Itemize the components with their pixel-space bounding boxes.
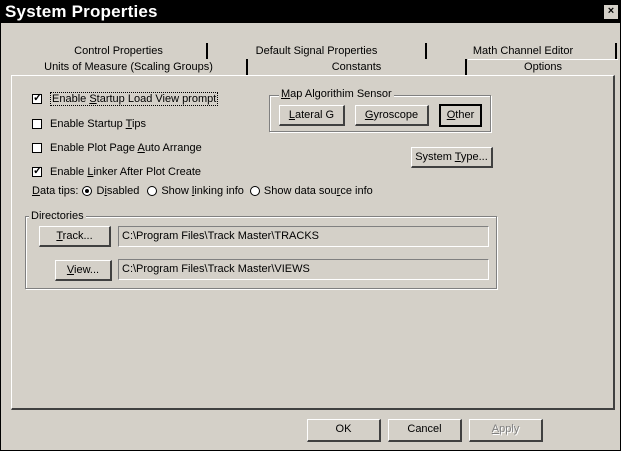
tab-default-signal-properties[interactable]: Default Signal Properties (209, 44, 424, 59)
auto-arrange-option[interactable]: Enable Plot Page Auto Arrange (32, 140, 202, 156)
other-button[interactable]: Other (439, 104, 482, 127)
startup-tips-label: Enable Startup Tips (50, 118, 147, 130)
title-bar[interactable]: System Properties × (1, 1, 620, 23)
close-button[interactable]: × (604, 5, 618, 19)
startup-tips-option[interactable]: Enable Startup Tips (32, 116, 146, 132)
check-mark-icon: ✓ (33, 92, 43, 104)
tab-divider (206, 43, 208, 59)
tab-divider (465, 59, 467, 75)
startup-load-view-option[interactable]: ✓ Enable Startup Load View prompt (32, 91, 219, 107)
tab-control-properties[interactable]: Control Properties (31, 44, 206, 59)
lateral-g-button[interactable]: Lateral G (279, 105, 345, 126)
linker-option[interactable]: ✓ Enable Linker After Plot Create (32, 164, 201, 180)
track-browse-button[interactable]: Track... (39, 226, 111, 247)
window-title: System Properties (5, 2, 158, 21)
tab-divider (425, 43, 427, 59)
ok-button[interactable]: OK (307, 419, 381, 442)
data-tips-source-radio[interactable] (249, 186, 260, 196)
data-tips-label: Data tips: (32, 185, 79, 197)
data-tips-linking-label[interactable]: Show linking info (161, 185, 244, 197)
view-path-field[interactable]: C:\Program Files\Track Master\VIEWS (118, 259, 489, 280)
data-tips-disabled-radio[interactable] (82, 186, 93, 196)
data-tips-source-label[interactable]: Show data source info (264, 185, 373, 197)
tab-options[interactable]: Options (468, 59, 618, 75)
data-tips-linking-radio[interactable] (147, 186, 158, 196)
tab-divider (615, 43, 617, 59)
tab-divider (246, 59, 248, 75)
track-path-field[interactable]: C:\Program Files\Track Master\TRACKS (118, 226, 489, 247)
tab-math-channel-editor[interactable]: Math Channel Editor (429, 44, 617, 59)
directories-label: Directories (29, 210, 86, 222)
startup-tips-checkbox[interactable] (32, 119, 42, 129)
auto-arrange-checkbox[interactable] (32, 143, 42, 153)
map-algorithm-label: Map Algorithim Sensor (279, 88, 394, 100)
linker-checkbox[interactable]: ✓ (32, 165, 43, 177)
tab-constants[interactable]: Constants (249, 60, 464, 75)
system-properties-dialog: System Properties × Control Properties D… (0, 0, 621, 451)
data-tips-row: Data tips: Disabled Show linking info Sh… (32, 183, 373, 199)
cancel-button[interactable]: Cancel (388, 419, 462, 442)
check-mark-icon: ✓ (33, 165, 43, 177)
radio-dot-icon (85, 189, 90, 193)
apply-button[interactable]: Apply (469, 419, 543, 442)
data-tips-disabled-label[interactable]: Disabled (96, 185, 139, 197)
gyroscope-button[interactable]: Gyroscope (355, 105, 429, 126)
auto-arrange-label: Enable Plot Page Auto Arrange (50, 142, 202, 154)
system-type-button[interactable]: System Type... (411, 147, 493, 168)
linker-label: Enable Linker After Plot Create (50, 166, 202, 178)
tab-units-of-measure[interactable]: Units of Measure (Scaling Groups) (11, 60, 246, 75)
startup-load-view-label: Enable Startup Load View prompt (50, 92, 219, 106)
view-browse-button[interactable]: View... (55, 260, 112, 281)
startup-load-view-checkbox[interactable]: ✓ (32, 92, 43, 104)
